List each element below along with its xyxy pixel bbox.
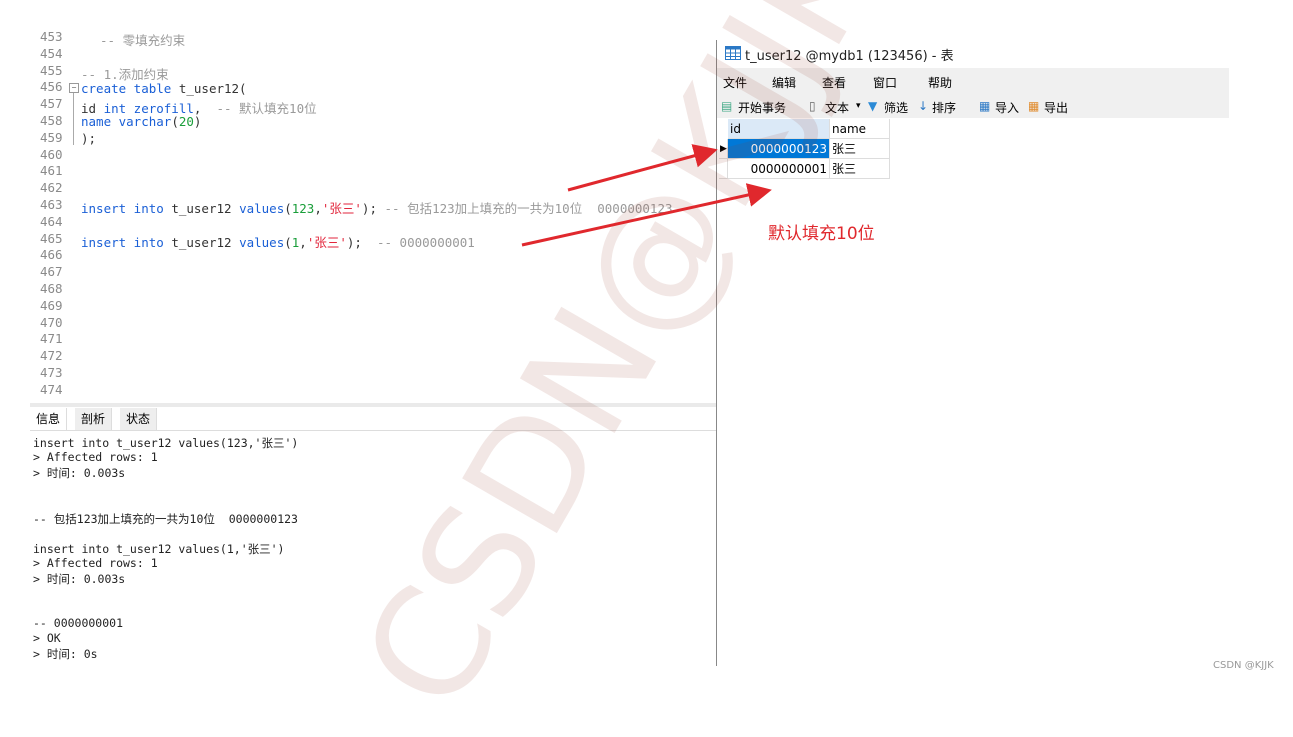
annotation-arrows [521, 144, 772, 247]
arrow-to-row-2 [521, 183, 772, 247]
annotation-label: 默认填充10位 [768, 224, 875, 244]
arrow-to-row-1 [567, 144, 718, 192]
credit-text: CSDN @KJJK [1213, 660, 1274, 671]
